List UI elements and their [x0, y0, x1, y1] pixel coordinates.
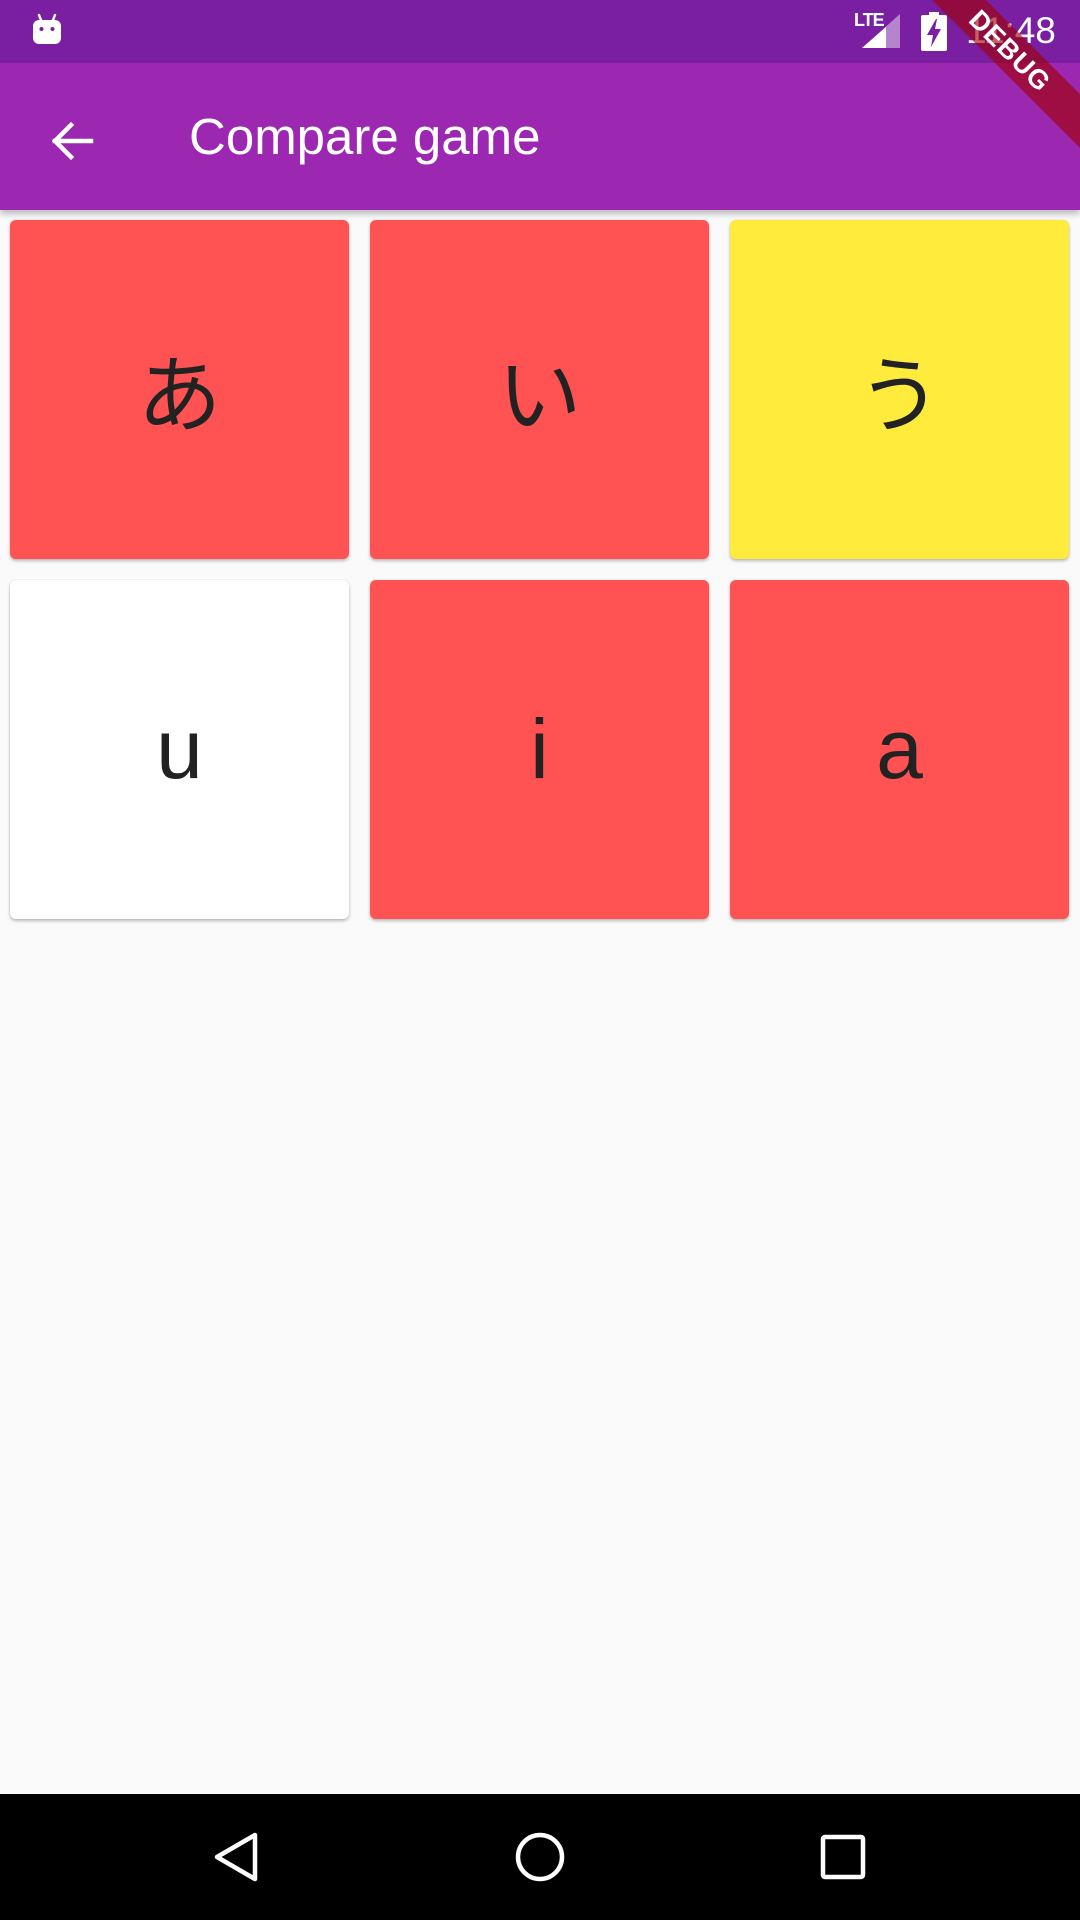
system-nav-bar: [0, 1794, 1080, 1920]
status-time: 11:48: [966, 10, 1056, 51]
card-romaji-i[interactable]: i: [370, 580, 709, 919]
back-button[interactable]: [32, 100, 114, 182]
status-bar: LTE 11:48: [0, 0, 1080, 63]
screen: LTE 11:48 Compare game DEBUG あ い う u i a: [0, 0, 1080, 1920]
android-notification-icon: [33, 13, 61, 44]
card-romaji-a[interactable]: a: [730, 580, 1069, 919]
arrow-back-icon: [51, 121, 94, 161]
nav-back-button[interactable]: [202, 1822, 272, 1892]
signal-icon: [862, 14, 900, 48]
card-hiragana-a[interactable]: あ: [10, 220, 349, 559]
card-hiragana-u[interactable]: う: [730, 220, 1069, 559]
nav-recents-button[interactable]: [808, 1822, 878, 1892]
nav-home-icon: [515, 1832, 565, 1882]
nav-home-button[interactable]: [505, 1822, 575, 1892]
nav-back-icon: [214, 1832, 258, 1882]
card-hiragana-i[interactable]: い: [370, 220, 709, 559]
battery-charging-icon: [921, 12, 947, 51]
card-romaji-u[interactable]: u: [10, 580, 349, 919]
page-title: Compare game: [189, 108, 541, 165]
nav-recents-icon: [820, 1834, 866, 1880]
app-bar: Compare game: [0, 63, 1080, 210]
